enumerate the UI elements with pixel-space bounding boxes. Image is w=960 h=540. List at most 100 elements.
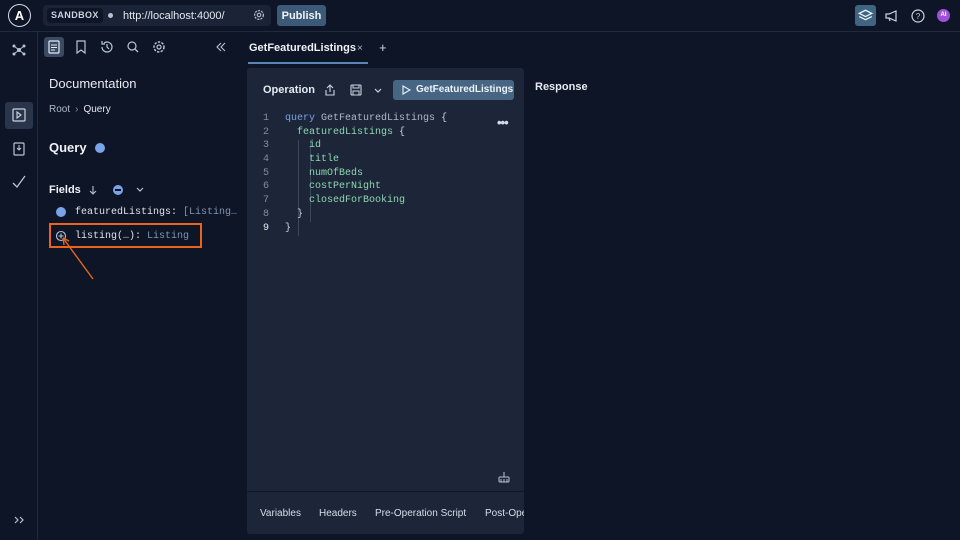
remove-all-fields-icon[interactable] (113, 185, 123, 195)
breadcrumb: Root › Query (49, 104, 111, 115)
code-line: 7 closedForBooking (263, 194, 447, 208)
code-line: 4 title (263, 153, 447, 167)
endpoint-url-input[interactable] (123, 8, 243, 23)
code-token: closedForBooking (309, 195, 406, 207)
code-line: 5 numOfBeds (263, 167, 447, 181)
expand-rail-icon[interactable] (10, 511, 28, 529)
search-icon[interactable] (124, 38, 142, 56)
tab-pre-operation-script[interactable]: Pre-Operation Script (375, 508, 466, 519)
run-button-label: GetFeaturedListings (416, 84, 514, 95)
included-check-icon (95, 143, 105, 153)
field-selected-check-icon[interactable] (56, 207, 66, 217)
endpoint-bar: SANDBOX (43, 5, 271, 26)
code-token: featuredListings (297, 126, 394, 138)
code-editor[interactable]: 1 query GetFeaturedListings {2 featuredLi… (263, 112, 447, 235)
explorer-icon[interactable] (10, 106, 28, 124)
run-operation-button[interactable]: GetFeaturedListings (393, 80, 514, 100)
editor-bottom-tabs: Variables Headers Pre-Operation Script P… (247, 492, 524, 534)
collapse-panel-icon[interactable] (212, 38, 230, 56)
more-options-icon[interactable]: ••• (497, 115, 509, 130)
code-token: query (285, 113, 316, 124)
tab-variables[interactable]: Variables (260, 508, 301, 519)
code-token: title (309, 154, 340, 166)
sandbox-badge: SANDBOX (47, 8, 103, 23)
tab-getfeaturedlistings[interactable]: GetFeaturedListings (249, 42, 356, 54)
line-number: 7 (263, 195, 270, 207)
code-token: id (309, 140, 322, 152)
publish-button[interactable]: Publish (277, 5, 326, 26)
line-number: 8 (263, 208, 270, 220)
operation-editor-panel: Operation GetFeaturedListings 1 query Get… (247, 68, 524, 534)
code-token: { (399, 126, 406, 138)
code-token: GetFeaturedListings (321, 113, 436, 124)
code-token: } (285, 222, 292, 234)
history-icon[interactable] (98, 38, 116, 56)
settings-gear-icon[interactable] (150, 38, 168, 56)
query-type-title: Query (49, 140, 87, 155)
prettify-broom-icon[interactable] (497, 470, 511, 484)
code-token: } (297, 208, 304, 220)
code-line: 6 costPerNight (263, 180, 447, 194)
sort-arrow-down-icon[interactable] (87, 184, 99, 196)
code-line: 2 featuredListings { (263, 126, 447, 140)
schema-layers-button[interactable] (855, 5, 876, 26)
fields-label: Fields (49, 184, 81, 196)
checks-icon[interactable] (10, 173, 28, 191)
connection-status-icon (108, 13, 113, 18)
line-number: 2 (263, 126, 270, 138)
breadcrumb-separator: › (75, 104, 79, 115)
left-rail (0, 32, 38, 540)
active-tab-indicator (248, 62, 368, 64)
chevron-down-icon[interactable] (134, 185, 146, 195)
operation-tabs: GetFeaturedListings × + (240, 32, 960, 64)
code-line: 9} (263, 222, 447, 236)
tab-headers[interactable]: Headers (319, 508, 357, 519)
play-icon (402, 85, 411, 95)
line-number: 9 (263, 222, 270, 234)
apollo-logo-icon[interactable]: A (8, 4, 31, 27)
line-number: 4 (263, 154, 270, 166)
schema-graph-icon[interactable] (10, 41, 28, 59)
operation-title: Operation (263, 84, 315, 96)
code-line: 1 query GetFeaturedListings { (263, 112, 447, 126)
documentation-icon[interactable] (45, 38, 63, 56)
breadcrumb-current: Query (83, 104, 111, 115)
documentation-title: Documentation (49, 76, 137, 91)
share-icon[interactable] (323, 83, 337, 97)
bookmark-icon[interactable] (72, 38, 90, 56)
tab-post-operation-script[interactable]: Post-Operation Script (485, 508, 524, 519)
user-avatar[interactable]: AI (937, 9, 950, 22)
response-title: Response (535, 81, 588, 93)
line-number: 1 (263, 113, 270, 124)
field-row-featured-listings[interactable]: featuredListings: [Listing… (75, 207, 237, 218)
top-bar: A SANDBOX Publish ? AI (0, 0, 960, 32)
endpoint-settings-icon[interactable] (252, 8, 266, 22)
code-token: { (441, 113, 448, 124)
add-tab-button[interactable]: + (379, 40, 387, 55)
save-icon[interactable] (349, 83, 363, 97)
saved-operations-icon[interactable] (10, 140, 28, 158)
help-icon[interactable]: ? (909, 7, 927, 25)
code-line: 3 id (263, 139, 447, 153)
save-options-chevron-icon[interactable] (371, 83, 385, 97)
code-line: 8 } (263, 208, 447, 222)
code-token: costPerNight (309, 181, 382, 193)
field-name: featuredListings: (75, 207, 178, 218)
documentation-panel: Documentation Root › Query Query Fields fe… (39, 32, 240, 540)
close-tab-icon[interactable]: × (357, 43, 363, 54)
field-type[interactable]: [Listing… (183, 207, 237, 218)
annotation-arrow-icon (62, 237, 94, 280)
code-token: numOfBeds (309, 167, 364, 179)
line-number: 5 (263, 167, 270, 179)
megaphone-icon[interactable] (883, 7, 901, 25)
svg-text:?: ? (916, 12, 921, 21)
apollo-sandbox: A SANDBOX Publish ? AI (0, 0, 960, 540)
breadcrumb-root[interactable]: Root (49, 104, 70, 115)
